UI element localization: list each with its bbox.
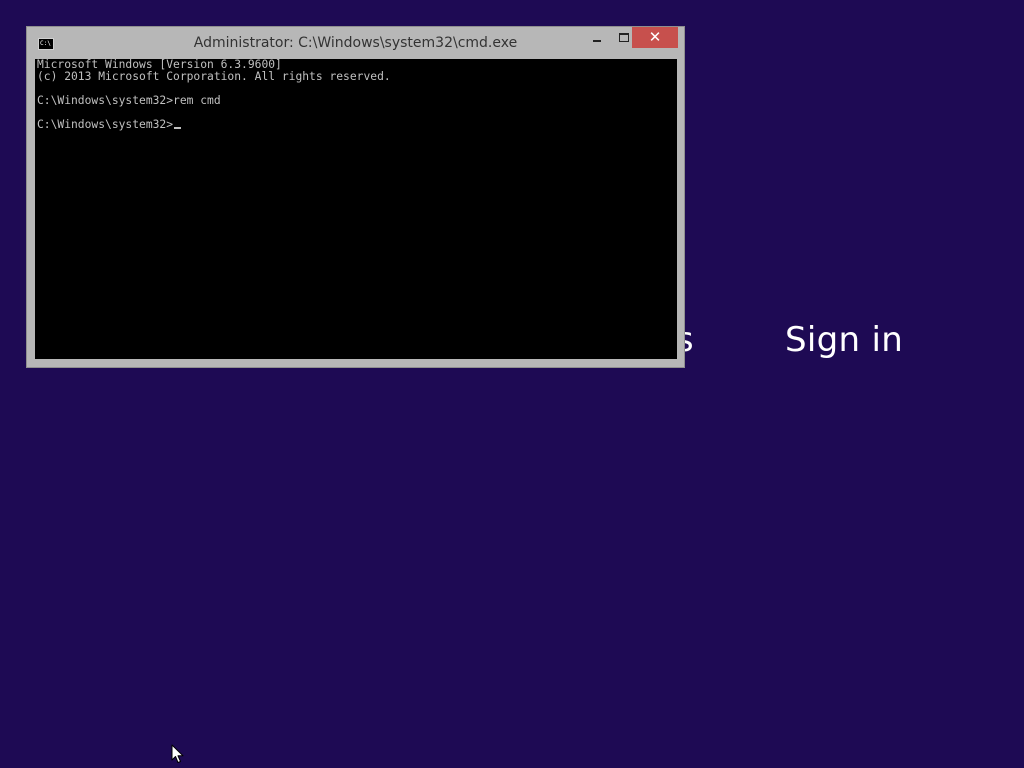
- text-cursor: [174, 127, 182, 129]
- console-output[interactable]: Microsoft Windows [Version 6.3.9600] (c)…: [35, 59, 677, 359]
- arrow-cursor-icon: [171, 744, 184, 763]
- console-prompt: C:\Windows\system32>: [37, 118, 174, 131]
- close-button[interactable]: ✕: [632, 27, 678, 48]
- mouse-pointer-icon: [171, 744, 185, 768]
- console-prompt-line[interactable]: C:\Windows\system32>: [37, 119, 675, 131]
- console-line-copyright: (c) 2013 Microsoft Corporation. All righ…: [37, 70, 391, 83]
- title-bar[interactable]: C:\ Administrator: C:\Windows\system32\c…: [27, 27, 684, 58]
- sign-in-heading[interactable]: Sign in: [785, 320, 903, 360]
- cmd-window[interactable]: C:\ Administrator: C:\Windows\system32\c…: [26, 26, 685, 368]
- close-icon: ✕: [648, 28, 662, 46]
- minimize-button[interactable]: [584, 27, 611, 48]
- console-line-command: C:\Windows\system32>rem cmd: [37, 94, 221, 107]
